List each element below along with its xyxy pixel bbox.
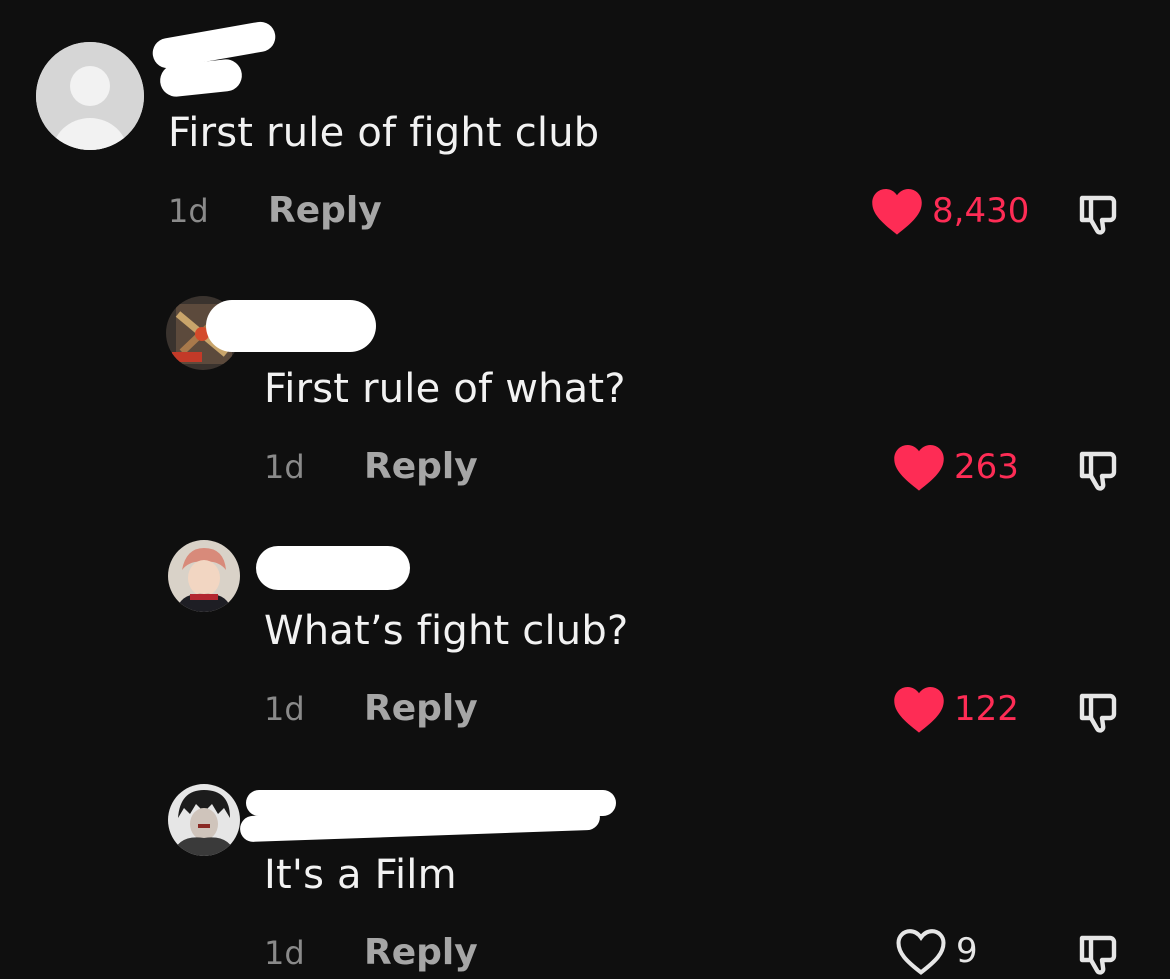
reply-comment-item: First rule of what? 1d Reply 263 [0, 280, 1170, 520]
dislike-button[interactable] [1074, 930, 1122, 978]
comment-text: What’s fight club? [264, 608, 629, 654]
reply-button[interactable]: Reply [364, 688, 478, 729]
comment-timestamp: 1d [168, 192, 209, 230]
anime-avatar-icon[interactable] [168, 784, 240, 856]
comment-text: First rule of what? [264, 366, 626, 412]
reply-button[interactable]: Reply [268, 190, 382, 231]
like-button[interactable]: 122 [892, 684, 1019, 734]
reply-comment-item: It's a Film 1d Reply 9 [0, 770, 1170, 979]
thumbs-down-icon [1079, 451, 1117, 491]
heart-outline-icon [896, 929, 946, 975]
comment-timestamp: 1d [264, 690, 305, 728]
dislike-button[interactable] [1074, 446, 1122, 494]
anime-avatar-icon[interactable] [168, 540, 240, 612]
thumbs-down-icon [1079, 935, 1117, 975]
heart-filled-icon [894, 686, 944, 733]
comment-timestamp: 1d [264, 448, 305, 486]
like-count: 263 [954, 447, 1019, 487]
heart-filled-icon [872, 188, 922, 235]
redacted-username [256, 546, 410, 590]
dislike-button[interactable] [1074, 190, 1122, 238]
like-button[interactable]: 263 [892, 442, 1019, 492]
like-count: 8,430 [932, 191, 1030, 231]
comment-text: It's a Film [264, 852, 457, 898]
like-button[interactable]: 9 [894, 926, 978, 976]
like-count: 9 [956, 931, 978, 971]
thumbs-down-icon [1079, 195, 1117, 235]
dislike-button[interactable] [1074, 688, 1122, 736]
like-button[interactable]: 8,430 [870, 186, 1029, 236]
reply-button[interactable]: Reply [364, 446, 478, 487]
redacted-username [206, 300, 376, 352]
reply-comment-item: What’s fight club? 1d Reply 122 [0, 530, 1170, 760]
comment-item: First rule of fight club 1d Reply 8,430 [0, 0, 1170, 260]
like-count: 122 [954, 689, 1019, 729]
comment-text: First rule of fight club [168, 110, 600, 156]
comment-timestamp: 1d [264, 934, 305, 972]
thumbs-down-icon [1079, 693, 1117, 733]
reply-button[interactable]: Reply [364, 932, 478, 973]
heart-filled-icon [894, 444, 944, 491]
default-avatar-icon[interactable] [36, 42, 144, 150]
